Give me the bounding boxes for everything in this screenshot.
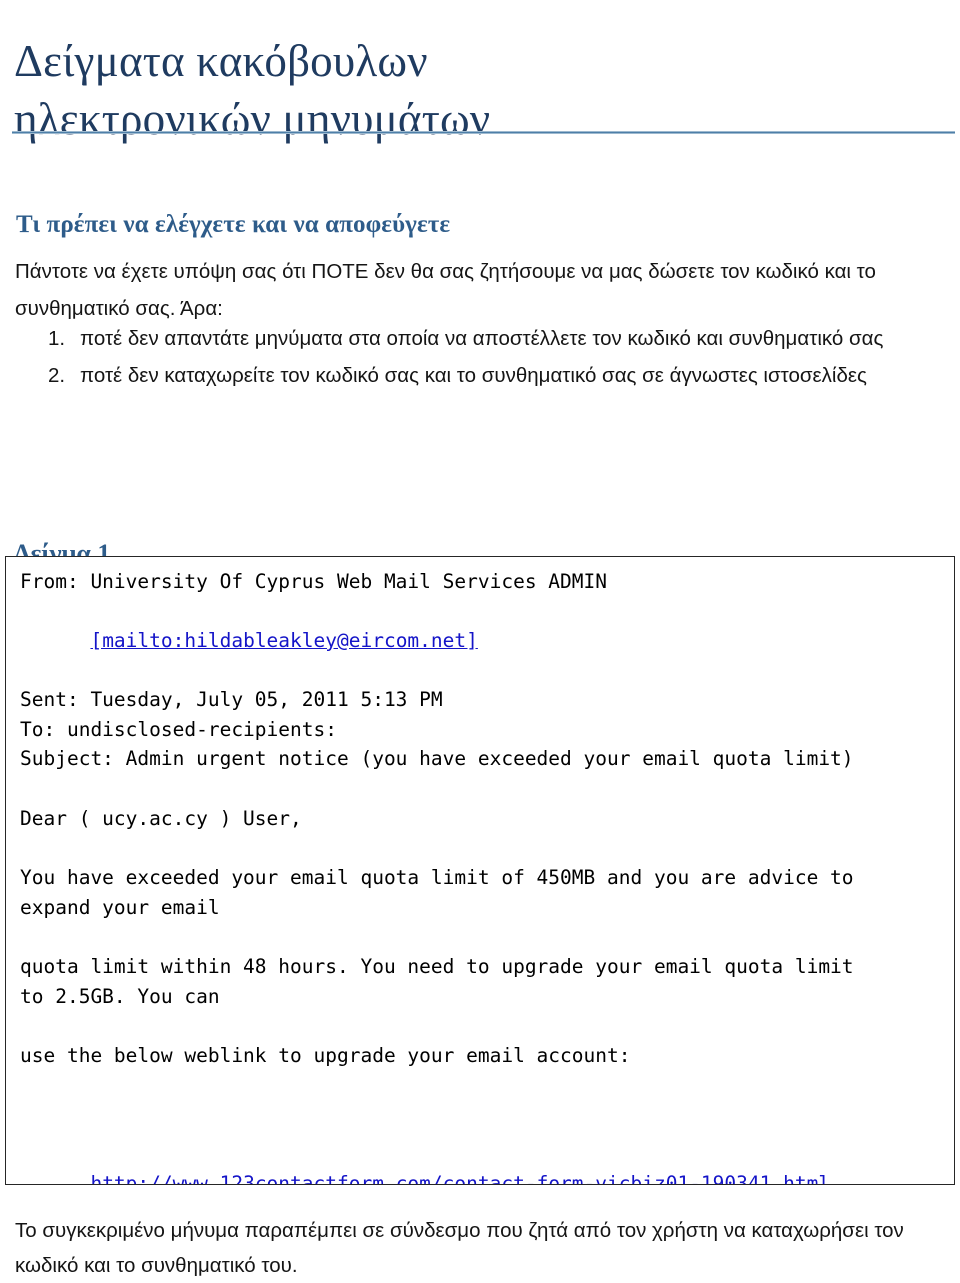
page-title-line-1: Δείγματα κακόβουλων bbox=[14, 36, 428, 87]
email-body-paragraph-2-line-1: quota limit within 48 hours. You need to… bbox=[20, 952, 940, 982]
email-subject-text: Subject: Admin urgent notice (you have e… bbox=[20, 747, 854, 770]
email-to-line: To: undisclosed-recipients: bbox=[20, 717, 337, 741]
email-sample-box: From: University Of Cyprus Web Mail Serv… bbox=[5, 556, 955, 1185]
page-title-line-2: ηλεκτρονικών μηνυμάτων bbox=[14, 94, 491, 145]
document-page: Δείγματα κακόβουλων ηλεκτρονικών μηνυμάτ… bbox=[0, 0, 960, 1277]
email-body-paragraph-3: use the below weblink to upgrade your em… bbox=[20, 1044, 631, 1067]
list-item-label: ποτέ δεν καταχωρείτε τον κωδικό σας και … bbox=[80, 364, 867, 387]
phishing-weblink[interactable]: http://www.123contactform.com/contact-fo… bbox=[90, 1169, 830, 1184]
email-sent-line: Sent: Tuesday, July 05, 2011 5:13 PM bbox=[20, 688, 443, 711]
email-body-p1-l1-text: You have exceeded your email quota limit… bbox=[20, 866, 854, 889]
list-item-marker: 2. bbox=[48, 364, 66, 387]
list-item: 1. ποτέ δεν απαντάτε μηνύματα στα οποία … bbox=[48, 320, 948, 357]
list-item: 2. ποτέ δεν καταχωρείτε τον κωδικό σας κ… bbox=[48, 357, 948, 394]
email-body-paragraph-1-line-2: expand your email bbox=[20, 895, 220, 919]
email-from-line: From: University Of Cyprus Web Mail Serv… bbox=[20, 570, 607, 593]
email-body-paragraph-1-line-1: You have exceeded your email quota limit… bbox=[20, 863, 940, 893]
section-heading: Τι πρέπει να ελέγχετε και να αποφεύγετε bbox=[16, 210, 451, 238]
sample-caption: Το συγκεκριμένο μήνυμα παραπέμπει σε σύν… bbox=[15, 1218, 904, 1277]
email-weblink-line: http://www.123contactform.com/contact-fo… bbox=[20, 1140, 940, 1184]
list-item-marker: 1. bbox=[48, 327, 66, 350]
email-greeting: Dear ( ucy.ac.cy ) User, bbox=[20, 806, 302, 830]
email-body-paragraph-2-line-2: to 2.5GB. You can bbox=[20, 984, 220, 1008]
email-body-p2-l1-text: quota limit within 48 hours. You need to… bbox=[20, 955, 854, 978]
list-item-label: ποτέ δεν απαντάτε μηνύματα στα οποία να … bbox=[80, 327, 884, 350]
advice-list: 1. ποτέ δεν απαντάτε μηνύματα στα οποία … bbox=[48, 320, 948, 394]
title-divider bbox=[12, 131, 955, 134]
mailto-link[interactable]: [mailto:hildableakley@eircom.net] bbox=[90, 626, 477, 656]
intro-paragraph: Πάντοτε να έχετε υπόψη σας ότι ΠΟΤΕ δεν … bbox=[15, 259, 876, 320]
email-from-address-line: [mailto:hildableakley@eircom.net] bbox=[20, 597, 940, 686]
email-subject-line: Subject: Admin urgent notice (you have e… bbox=[20, 744, 940, 774]
